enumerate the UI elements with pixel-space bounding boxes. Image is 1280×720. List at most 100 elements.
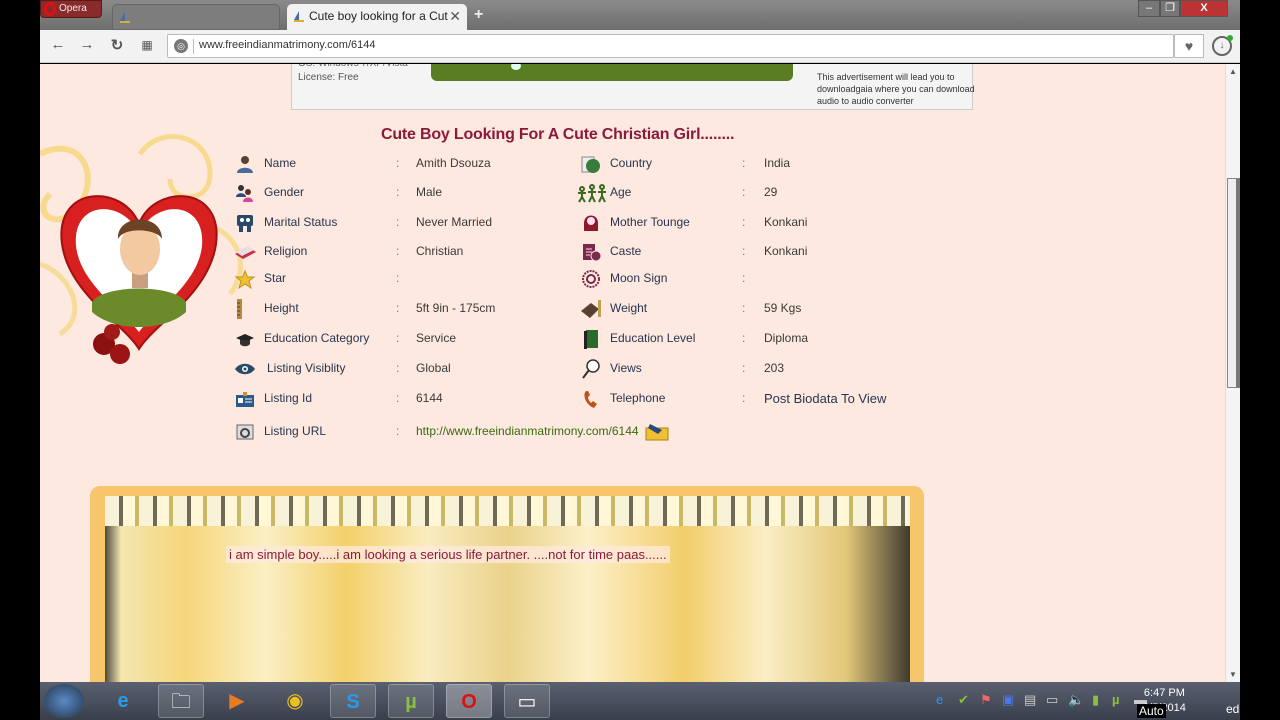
listing-url-link[interactable]: http://www.freeindianmatrimony.com/6144 [416,424,639,438]
about-me-panel: i am simple boy.....i am looking a serio… [90,486,924,682]
taskbar-other-app-icon[interactable]: ▭ [504,684,550,718]
field-row-age: Age : 29 [578,183,920,203]
field-row-listing-id: Listing Id : 6144 [234,389,564,409]
forward-icon[interactable]: → [77,36,97,53]
opera-menu-button[interactable]: Opera [40,0,102,18]
taskbar-skype-icon[interactable]: S [330,684,376,718]
field-value: Diploma [764,331,809,345]
back-icon[interactable]: ← [48,36,68,53]
field-row-views: Views : 203 [580,359,920,379]
taskbar-chrome-icon[interactable]: ◉ [272,684,318,718]
sailboat-favicon-icon [120,12,130,23]
notebook-icon [584,330,598,349]
taskbar-file-explorer-icon[interactable]: 🗀 [158,684,204,718]
tray-volume-icon[interactable]: 🔈 [1068,692,1084,708]
field-value: 6144 [416,391,443,405]
address-divider [193,39,194,54]
download-badge [1227,35,1233,41]
tab-label: Cute boy looking for a Cut [309,9,448,23]
address-url[interactable]: www.freeindianmatrimony.com/6144 [199,39,375,51]
download-icon[interactable]: ↓ [1212,35,1233,56]
tray-device-icon[interactable]: ▤ [1024,692,1036,708]
field-row-moon-sign: Moon Sign : [580,269,920,289]
site-info-icon[interactable]: ◎ [174,39,188,53]
globe-icon [581,156,600,173]
vertical-scrollbar[interactable]: ▲ ▼ [1225,64,1240,682]
field-label: Caste [610,244,642,258]
scroll-up-arrow-icon[interactable]: ▲ [1229,67,1237,76]
taskbar-internet-explorer-icon[interactable]: e [100,684,146,718]
field-separator: : [742,331,746,345]
field-label: Age [610,185,632,199]
tray-app-icon[interactable]: ▣ [1002,692,1014,708]
field-label: Name [264,156,297,170]
zodiac-icon [582,270,600,288]
taskbar-opera-icon[interactable]: O [446,684,492,718]
magnifier-icon [582,359,600,379]
taskbar-utorrent-icon[interactable]: µ [388,684,434,718]
field-value: Konkani [764,244,808,258]
phone-icon [584,391,597,408]
field-label: Gender [264,185,305,199]
certificate-icon [583,244,602,262]
field-separator: : [396,156,400,170]
field-label: Religion [264,244,308,258]
navigation-bar: ← → ↻ ▦ ◎ www.freeindianmatrimony.com/61… [40,30,1240,63]
minimize-button[interactable]: – [1138,0,1160,17]
field-row-name: Name : Amith Dsouza [234,154,564,174]
field-label: Telephone [610,391,666,405]
ad-button-icon [511,64,521,70]
advertisement-banner[interactable]: OS: Windows 7/XP/Vista License: Free Thi… [291,64,975,110]
new-tab-button[interactable]: + [474,6,483,24]
address-bar[interactable]: ◎ www.freeindianmatrimony.com/6144 [167,34,1174,58]
edge-label: ed [1226,702,1240,716]
field-label: Star [264,271,287,285]
field-label: Listing URL [264,424,327,438]
tab-background[interactable] [112,4,280,30]
person-icon [237,156,253,173]
field-value: India [764,156,791,170]
tray-check-icon[interactable]: ✔ [958,692,969,708]
taskbar-media-player-icon[interactable]: ▶ [214,684,260,718]
stash-heart-icon[interactable]: ♥ [1174,34,1204,58]
scroll-down-arrow-icon[interactable]: ▼ [1229,670,1237,679]
field-row-weight: Weight : 59 Kgs [580,299,920,319]
telephone-link[interactable]: Post Biodata To View [764,391,886,406]
start-button[interactable] [44,684,84,718]
field-separator: : [742,391,746,405]
field-separator: : [742,301,746,315]
ad-download-button[interactable] [431,64,793,81]
web-icon [236,424,254,440]
reload-icon[interactable]: ↻ [107,36,127,54]
field-label: Education Level [610,331,696,345]
maximize-button[interactable]: ❐ [1160,0,1180,17]
page-content: OS: Windows 7/XP/Vista License: Free Thi… [40,64,1225,682]
speed-dial-icon[interactable]: ▦ [137,38,157,52]
tab-active[interactable]: Cute boy looking for a Cut ✕ [287,4,467,30]
scale-icon [581,300,601,318]
tray-battery-icon[interactable]: ▮ [1092,692,1099,708]
close-tab-icon[interactable]: ✕ [449,4,461,28]
field-row-marital-status: Marital Status : Never Married [234,213,564,233]
tray-ie-icon[interactable]: e [936,692,943,707]
field-value: 5ft 9in - 175cm [416,301,496,315]
field-separator: : [742,185,746,199]
field-value: Amith Dsouza [416,156,491,170]
field-label: Moon Sign [610,271,668,285]
field-separator: : [396,361,400,375]
book-icon [235,246,256,259]
windows-taskbar: e 🗀 ▶ ◉ S µ O ▭ e ✔ ⚑ ▣ ▤ ▭ 🔈 ▮ µ ▬ 6:47… [40,682,1240,720]
auto-label: Auto [1137,704,1166,718]
tray-network-icon[interactable]: ▭ [1046,692,1058,708]
close-window-button[interactable]: X [1180,0,1228,17]
tray-utorrent-icon[interactable]: µ [1112,692,1120,707]
gender-icon [236,185,253,202]
mail-icon[interactable] [644,420,670,442]
profile-photo[interactable] [54,184,224,364]
field-label: Weight [610,301,648,315]
scrollbar-thumb[interactable] [1227,178,1240,388]
flower-garland [105,496,910,526]
tray-action-center-icon[interactable]: ⚑ [980,692,992,708]
field-separator: : [742,361,746,375]
graduation-cap-icon [236,334,254,347]
